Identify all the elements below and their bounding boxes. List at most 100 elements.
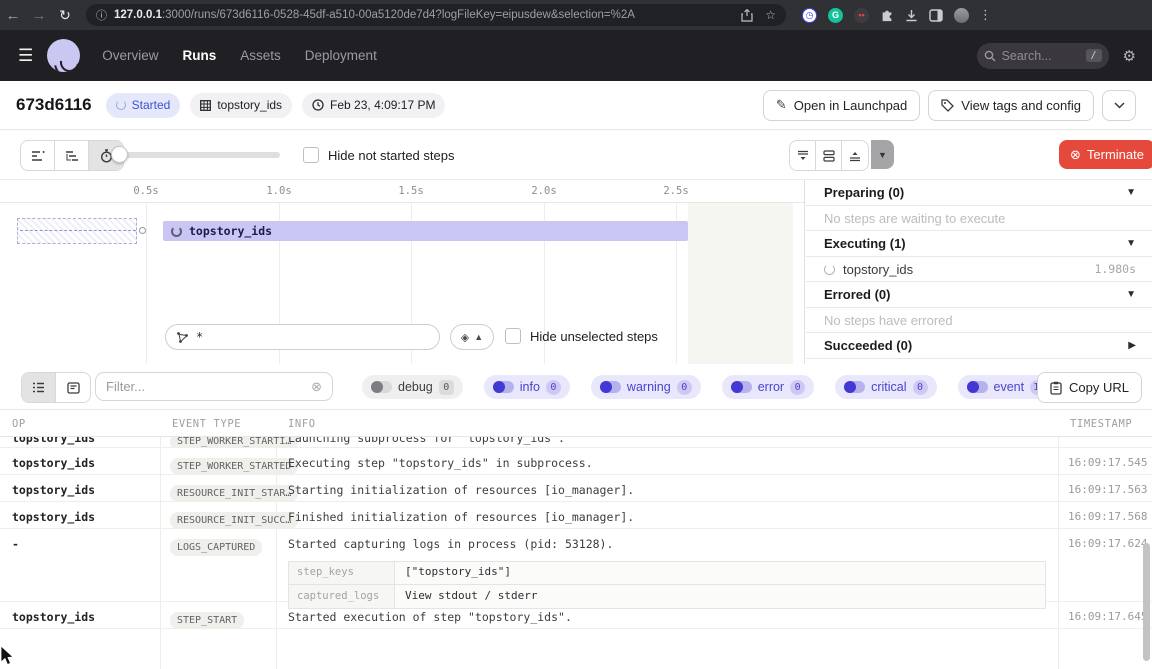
step-spinner-icon	[171, 226, 182, 237]
layers-icon: ◈	[461, 331, 469, 344]
cell-timestamp: 16:09:17.568	[1058, 502, 1152, 531]
gantt-time-axis: 0.5s 1.0s 1.5s 2.0s 2.5s	[0, 180, 804, 203]
nav-assets[interactable]: Assets	[240, 48, 281, 63]
re-execute-dropdown-button[interactable]: ▼	[871, 140, 894, 169]
search-icon	[984, 50, 996, 62]
nav-deployment[interactable]: Deployment	[305, 48, 377, 63]
cell-info: Started execution of step "topstory_ids"…	[276, 602, 1058, 634]
log-row[interactable]: topstory_ids STEP_START Started executio…	[0, 602, 1152, 629]
extensions-puzzle-icon[interactable]	[880, 8, 894, 22]
page-info-icon[interactable]: ⓘ	[96, 7, 107, 23]
log-row[interactable]: topstory_ids STEP_WORKER_STARTED Executi…	[0, 448, 1152, 475]
section-succeeded[interactable]: Succeeded (0) ▶	[806, 333, 1152, 359]
level-label: debug	[398, 380, 433, 394]
section-preparing[interactable]: Preparing (0) ▼	[806, 180, 1152, 206]
url-path: :3000/runs/673d6116-0528-45df-a510-00a51…	[162, 9, 635, 21]
level-count: 0	[677, 380, 692, 395]
clock-icon	[312, 99, 324, 111]
nav-overview[interactable]: Overview	[102, 48, 158, 63]
terminate-button[interactable]: ⊗ Terminate	[1059, 140, 1152, 169]
metadata-value: ["topstory_ids"]	[395, 565, 521, 580]
hide-unselected-checkbox[interactable]	[505, 328, 521, 344]
bookmark-star-icon[interactable]: ☆	[765, 8, 776, 22]
axis-tick: 2.5s	[663, 185, 688, 197]
section-errored-empty: No steps have errored	[806, 308, 1152, 333]
hide-not-started-checkbox[interactable]	[303, 147, 319, 163]
step-selector-value: *	[196, 330, 203, 344]
split-panels-icon[interactable]	[816, 141, 842, 170]
level-toggle-warning[interactable]: warning 0	[591, 375, 701, 399]
log-row[interactable]: topstory_ids RESOURCE_INIT_SUCC… Finishe…	[0, 502, 1152, 529]
flat-view-icon[interactable]	[21, 141, 55, 170]
zoom-controls-button[interactable]: ◈ ▲	[450, 324, 494, 350]
search-input[interactable]: Search... /	[977, 43, 1109, 69]
log-row-partial[interactable]: topstory_ids STEP_WORKER_STARTI… Launchi…	[0, 437, 1152, 448]
copy-url-button[interactable]: Copy URL	[1037, 372, 1142, 403]
more-actions-chevron-button[interactable]	[1102, 90, 1136, 121]
executing-step-row[interactable]: topstory_ids 1.980s	[806, 257, 1152, 282]
level-toggle-info[interactable]: info 0	[484, 375, 570, 399]
metadata-row: step_keys ["topstory_ids"]	[289, 562, 1045, 585]
log-row-logs-captured[interactable]: - LOGS_CAPTURED Started capturing logs i…	[0, 529, 1152, 602]
empty-message: No steps have errored	[824, 313, 953, 328]
grammarly-icon[interactable]: G	[828, 8, 843, 23]
profile-avatar[interactable]	[954, 8, 969, 23]
slider-thumb[interactable]	[111, 146, 128, 163]
cell-timestamp: 16:09:17.545	[1058, 448, 1152, 477]
run-time-tag[interactable]: Feb 23, 4:09:17 PM	[302, 93, 445, 118]
axis-tick: 1.5s	[398, 185, 423, 197]
view-tags-config-button[interactable]: View tags and config	[928, 90, 1094, 121]
section-errored[interactable]: Errored (0) ▼	[806, 282, 1152, 308]
structured-logs-icon[interactable]	[56, 373, 90, 402]
settings-gear-icon[interactable]: ⚙	[1123, 47, 1136, 65]
copy-url-label: Copy URL	[1069, 380, 1129, 395]
level-toggle-critical[interactable]: critical 0	[835, 375, 936, 399]
level-toggle-error[interactable]: error 0	[722, 375, 814, 399]
run-status-badge[interactable]: Started	[106, 93, 181, 118]
level-label: event	[994, 380, 1025, 394]
axis-tick: 1.0s	[266, 185, 291, 197]
cell-timestamp: 16:09:17.563	[1058, 475, 1152, 504]
header-info: INFO	[276, 410, 1058, 436]
gantt-zoom-slider[interactable]	[113, 152, 280, 158]
extension-icons: ◷ G ••	[802, 8, 969, 23]
browser-chrome: ← → ↻ ⓘ 127.0.0.1:3000/runs/673d6116-052…	[0, 0, 1152, 30]
back-icon[interactable]: ←	[0, 7, 26, 24]
expand-bottom-panel-icon[interactable]	[790, 141, 816, 170]
extension-dark-icon[interactable]: ••	[854, 8, 869, 23]
url-bar[interactable]: ⓘ 127.0.0.1:3000/runs/673d6116-0528-45df…	[86, 4, 786, 26]
reload-icon[interactable]: ↻	[52, 7, 78, 24]
gantt-step-bar[interactable]: topstory_ids	[163, 221, 688, 241]
log-scrollbar-thumb[interactable]	[1143, 543, 1150, 661]
extension-clock-icon[interactable]: ◷	[802, 8, 817, 23]
download-icon[interactable]	[905, 9, 918, 22]
share-icon[interactable]	[741, 9, 753, 22]
collapse-bottom-panel-icon[interactable]	[842, 141, 868, 170]
unstructured-logs-icon[interactable]	[22, 373, 56, 402]
header-op: OP	[0, 410, 160, 436]
toggle-switch	[844, 381, 865, 393]
waterfall-view-icon[interactable]	[55, 141, 89, 170]
empty-message: No steps are waiting to execute	[824, 211, 1005, 226]
open-in-launchpad-label: Open in Launchpad	[794, 98, 907, 113]
clear-filter-icon[interactable]: ⊗	[311, 379, 322, 395]
job-name-tag[interactable]: topstory_ids	[190, 93, 292, 118]
nav-runs[interactable]: Runs	[183, 48, 217, 63]
dagster-logo[interactable]	[47, 39, 80, 72]
log-filter-input[interactable]: Filter... ⊗	[95, 372, 333, 401]
open-in-launchpad-button[interactable]: ✎ Open in Launchpad	[763, 90, 920, 121]
cell-op: topstory_ids	[0, 502, 160, 532]
mouse-cursor	[0, 646, 16, 666]
browser-menu-icon[interactable]: ⋮	[979, 7, 992, 23]
section-executing[interactable]: Executing (1) ▼	[806, 231, 1152, 257]
level-toggle-debug[interactable]: debug 0	[362, 375, 463, 399]
forward-icon[interactable]: →	[26, 7, 52, 24]
gantt-dependency-line	[20, 230, 136, 231]
sidebar-toggle-icon[interactable]	[929, 9, 943, 22]
run-id: 673d6116	[16, 95, 92, 115]
cell-op: topstory_ids	[0, 602, 160, 632]
step-selector-input[interactable]: *	[165, 324, 440, 350]
log-row[interactable]: topstory_ids RESOURCE_INIT_STAR… Startin…	[0, 475, 1152, 502]
view-tags-config-label: View tags and config	[961, 98, 1081, 113]
hamburger-menu-icon[interactable]: ☰	[18, 46, 33, 66]
